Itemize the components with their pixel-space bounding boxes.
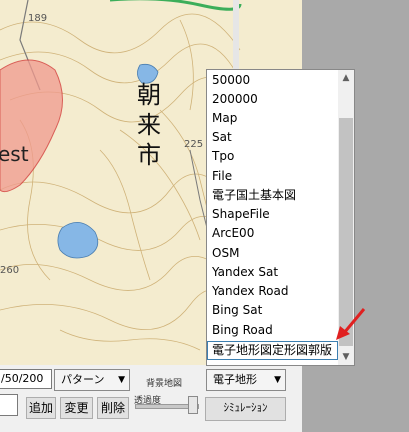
red-arrow-icon: [336, 308, 366, 340]
delete-button[interactable]: 削除: [97, 397, 129, 419]
dropdown-option-tpo[interactable]: Tpo: [207, 147, 338, 166]
dropdown-option-shapefile[interactable]: ShapeFile: [207, 205, 338, 224]
pattern-combo[interactable]: パターン ▼: [54, 369, 130, 391]
background-map-dropdown-list: 50000 200000 Map Sat Tpo File 電子国土基本図 Sh…: [206, 69, 355, 366]
place-latin-label: est: [0, 142, 29, 166]
change-button[interactable]: 変更: [60, 397, 93, 419]
chevron-down-icon: ▼: [274, 375, 281, 385]
dropdown-option-denshi-kokudo[interactable]: 電子国土基本図: [207, 186, 338, 205]
background-map-combo-value: 電子地形: [213, 373, 257, 386]
dropdown-option-arce00[interactable]: ArcE00: [207, 224, 338, 243]
dropdown-option-osm[interactable]: OSM: [207, 244, 338, 263]
dropdown-option-bing-sat[interactable]: Bing Sat: [207, 301, 338, 320]
contour-label-189: 189: [28, 13, 48, 24]
add-button[interactable]: 追加: [26, 397, 56, 419]
control-panel: /50/200 パターン ▼ 背景地図 電子地形 ▼ 追加 変更 削除 透過度 …: [0, 365, 302, 432]
dropdown-option-200000[interactable]: 200000: [207, 90, 338, 109]
name-input[interactable]: [0, 394, 18, 416]
dropdown-option-sat[interactable]: Sat: [207, 128, 338, 147]
place-name-label: 朝来市: [137, 81, 161, 169]
chevron-down-icon: ▼: [118, 375, 125, 385]
dropdown-option-yandex-sat[interactable]: Yandex Sat: [207, 263, 338, 282]
dropdown-option-50000[interactable]: 50000: [207, 71, 338, 90]
scale-input[interactable]: /50/200: [0, 369, 52, 389]
contour-label-225: 225: [184, 139, 204, 150]
contour-label-260: 260: [0, 265, 20, 276]
scroll-down-icon[interactable]: ▼: [338, 349, 354, 365]
dropdown-option-bing-road[interactable]: Bing Road: [207, 321, 338, 340]
simulation-button[interactable]: ｼﾐｭﾚｰｼｮﾝ: [205, 397, 286, 421]
pattern-combo-value: パターン: [61, 373, 105, 386]
dropdown-option-file[interactable]: File: [207, 167, 338, 186]
background-map-combo[interactable]: 電子地形 ▼: [206, 369, 286, 391]
scroll-up-icon[interactable]: ▲: [338, 70, 354, 86]
background-map-label: 背景地図: [146, 379, 183, 389]
dropdown-option-yandex-road[interactable]: Yandex Road: [207, 282, 338, 301]
dropdown-option-map[interactable]: Map: [207, 109, 338, 128]
dropdown-option-denshi-chikei-teikei[interactable]: 電子地形図定形図郭版: [207, 341, 338, 360]
transparency-slider-thumb[interactable]: [188, 396, 198, 414]
